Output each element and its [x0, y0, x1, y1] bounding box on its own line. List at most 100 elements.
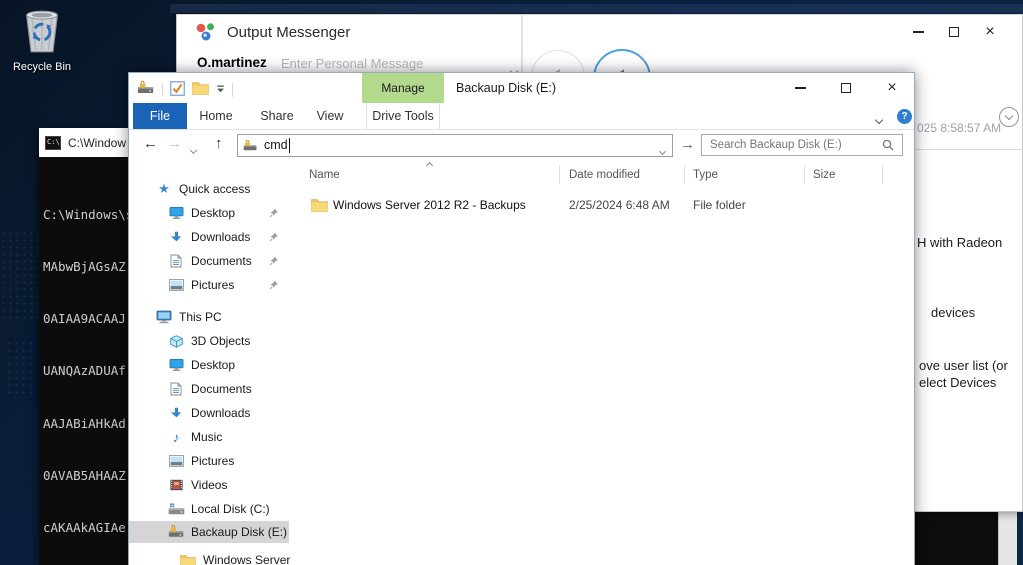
- downloads-icon: [167, 231, 185, 244]
- column-header-name[interactable]: Name: [309, 169, 340, 181]
- explorer-maximize-button[interactable]: [823, 73, 869, 103]
- terminal-output: C:\Windows\s MAbwBjAGsAZ 0AIAA9ACAAJ UAN…: [39, 157, 129, 565]
- address-bar[interactable]: cmd: [237, 134, 673, 157]
- recent-locations-icon[interactable]: [189, 142, 198, 156]
- minimize-icon: [794, 87, 806, 89]
- pin-icon: [269, 255, 279, 269]
- sidebar-label: Desktop: [191, 206, 236, 220]
- forward-button[interactable]: →: [167, 135, 182, 152]
- back-button[interactable]: ←: [143, 135, 158, 152]
- close-icon: ×: [985, 23, 995, 40]
- messenger-close-button[interactable]: ×: [976, 21, 1004, 43]
- column-divider[interactable]: [559, 165, 560, 184]
- quick-access-star-icon: ★: [158, 181, 170, 196]
- personal-message-input[interactable]: Enter Personal Message: [281, 56, 423, 71]
- music-icon: ♪: [172, 429, 180, 445]
- sidebar-item-this-pc[interactable]: This PC: [129, 305, 293, 329]
- sidebar-item-videos[interactable]: Videos: [129, 473, 293, 497]
- file-row[interactable]: Windows Server 2012 R2 - Backups 2/25/20…: [293, 195, 914, 217]
- terminal-line: 0AIAA9ACAAJ: [43, 311, 126, 327]
- ribbon-tab-bar: File Home Share View Drive Tools ?: [129, 103, 914, 130]
- tab-home[interactable]: Home: [191, 103, 241, 129]
- sidebar-item-music[interactable]: ♪ Music: [129, 425, 293, 449]
- tab-manage[interactable]: Manage: [362, 73, 444, 103]
- tab-view[interactable]: View: [307, 103, 353, 129]
- ribbon-collapse-icon[interactable]: [874, 112, 884, 126]
- address-input[interactable]: cmd: [264, 138, 288, 152]
- sidebar-label: Desktop: [191, 358, 236, 372]
- sidebar-label: Pictures: [191, 454, 235, 468]
- help-icon[interactable]: ?: [897, 109, 912, 124]
- qat-customize-icon[interactable]: [216, 83, 225, 97]
- sidebar-item-documents-qa[interactable]: Documents: [129, 249, 293, 273]
- announcement-text-fragment: H with Radeon: [917, 235, 1003, 250]
- explorer-titlebar[interactable]: Manage Backaup Disk (E:) ×: [129, 73, 914, 103]
- tab-file[interactable]: File: [133, 103, 187, 129]
- pictures-icon: [167, 455, 185, 467]
- search-box[interactable]: Search Backaup Disk (E:): [701, 134, 903, 156]
- messenger-minimize-button[interactable]: [904, 21, 932, 43]
- list-header: Name Date modified Type Size: [293, 161, 914, 187]
- terminal-line: UANQAzADUAf: [43, 363, 126, 379]
- sidebar-item-documents[interactable]: Documents: [129, 377, 293, 401]
- explorer-window: Manage Backaup Disk (E:) × File Home Sha…: [128, 72, 915, 565]
- backup-drive-lock-icon: [167, 525, 185, 539]
- terminal-window: C:\ C:\Window C:\Windows\s MAbwBjAGsAZ 0…: [39, 128, 129, 565]
- collapse-chevron-icon[interactable]: [999, 107, 1019, 127]
- sidebar-item-quick-access[interactable]: ★ Quick access: [129, 177, 293, 201]
- minimize-icon: [912, 31, 924, 33]
- sidebar-item-3d-objects[interactable]: 3D Objects: [129, 329, 293, 353]
- column-header-size[interactable]: Size: [813, 169, 835, 181]
- explorer-close-button[interactable]: ×: [869, 73, 915, 103]
- quick-access-toolbar: [137, 80, 233, 99]
- recycle-bin-shortcut[interactable]: Recycle Bin: [12, 8, 72, 73]
- folder-icon: [179, 554, 197, 565]
- sidebar-item-windows-server-folder[interactable]: Windows Server 2: [129, 548, 293, 565]
- terminal-titlebar[interactable]: C:\ C:\Window: [39, 128, 129, 157]
- search-input[interactable]: Search Backaup Disk (E:): [710, 139, 842, 151]
- desktop: Recycle Bin Output Messenger × O.martine…: [0, 0, 1023, 565]
- sidebar-item-local-disk-c[interactable]: Local Disk (C:): [129, 497, 293, 521]
- column-divider[interactable]: [882, 165, 883, 184]
- column-divider[interactable]: [804, 165, 805, 184]
- sidebar-item-downloads[interactable]: Downloads: [129, 401, 293, 425]
- go-to-button[interactable]: →: [680, 136, 695, 153]
- file-type: File folder: [693, 198, 746, 212]
- downloads-icon: [167, 407, 185, 420]
- desktop-icon: [167, 206, 185, 220]
- sidebar-label: Quick access: [179, 182, 251, 196]
- column-header-date-modified[interactable]: Date modified: [569, 169, 640, 181]
- navigation-bar: ← → ↑ cmd → Search Backaup Disk (E:): [129, 130, 914, 161]
- divider: [915, 149, 1023, 150]
- up-button[interactable]: ↑: [215, 135, 223, 152]
- sidebar-label: Downloads: [191, 230, 251, 244]
- timestamp-text: 025 8:58:57 AM: [917, 121, 1002, 135]
- sort-ascending-icon: [425, 159, 434, 171]
- sidebar-label: 3D Objects: [191, 334, 251, 348]
- sidebar-item-desktop-qa[interactable]: Desktop: [129, 201, 293, 225]
- sidebar-item-backup-disk-e[interactable]: Backaup Disk (E:): [129, 521, 289, 543]
- pictures-icon: [167, 279, 185, 291]
- drive-lock-icon[interactable]: [137, 80, 155, 99]
- properties-check-icon[interactable]: [170, 80, 185, 99]
- address-dropdown-icon[interactable]: [658, 143, 667, 157]
- tab-share[interactable]: Share: [251, 103, 303, 129]
- search-icon[interactable]: [881, 138, 895, 155]
- explorer-content: ★ Quick access Desktop Downloads Documen…: [129, 161, 914, 565]
- new-folder-icon[interactable]: [192, 81, 209, 98]
- explorer-minimize-button[interactable]: [777, 73, 823, 103]
- folder-icon: [311, 198, 328, 215]
- column-divider[interactable]: [684, 165, 685, 184]
- this-pc-icon: [155, 310, 173, 324]
- sidebar-item-pictures[interactable]: Pictures: [129, 449, 293, 473]
- column-header-type[interactable]: Type: [693, 169, 718, 181]
- recycle-bin-icon: [21, 10, 63, 58]
- announcement-text-fragment: ove user list (or: [919, 358, 1008, 373]
- sidebar-item-pictures-qa[interactable]: Pictures: [129, 273, 293, 297]
- background-scrollbar-fragment[interactable]: [998, 512, 1017, 565]
- messenger-maximize-button[interactable]: [940, 21, 968, 43]
- videos-icon: [167, 479, 185, 491]
- sidebar-item-desktop[interactable]: Desktop: [129, 353, 293, 377]
- sidebar-item-downloads-qa[interactable]: Downloads: [129, 225, 293, 249]
- tab-drive-tools[interactable]: Drive Tools: [366, 103, 440, 129]
